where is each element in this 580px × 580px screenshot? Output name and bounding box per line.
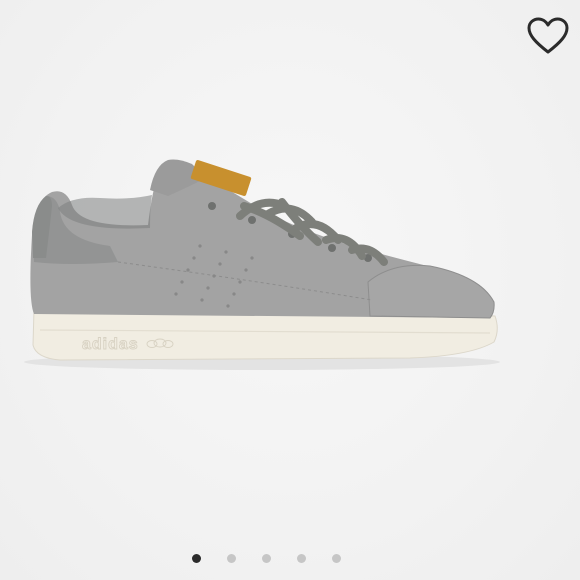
image-pager xyxy=(0,554,556,563)
pager-dot-3[interactable] xyxy=(261,554,271,563)
sole-wordmark: adidas xyxy=(82,336,139,353)
pager-dot-5[interactable] xyxy=(331,554,341,563)
toe-cap xyxy=(367,264,495,319)
heart-outline-icon xyxy=(527,17,569,54)
favorite-button[interactable] xyxy=(524,12,572,60)
pager-dot-2[interactable] xyxy=(226,554,236,563)
pager-dot-4[interactable] xyxy=(296,554,306,563)
pager-dot-1[interactable] xyxy=(191,554,201,563)
product-image-viewer[interactable]: adidas xyxy=(0,0,580,580)
product-image[interactable]: adidas xyxy=(0,0,580,580)
